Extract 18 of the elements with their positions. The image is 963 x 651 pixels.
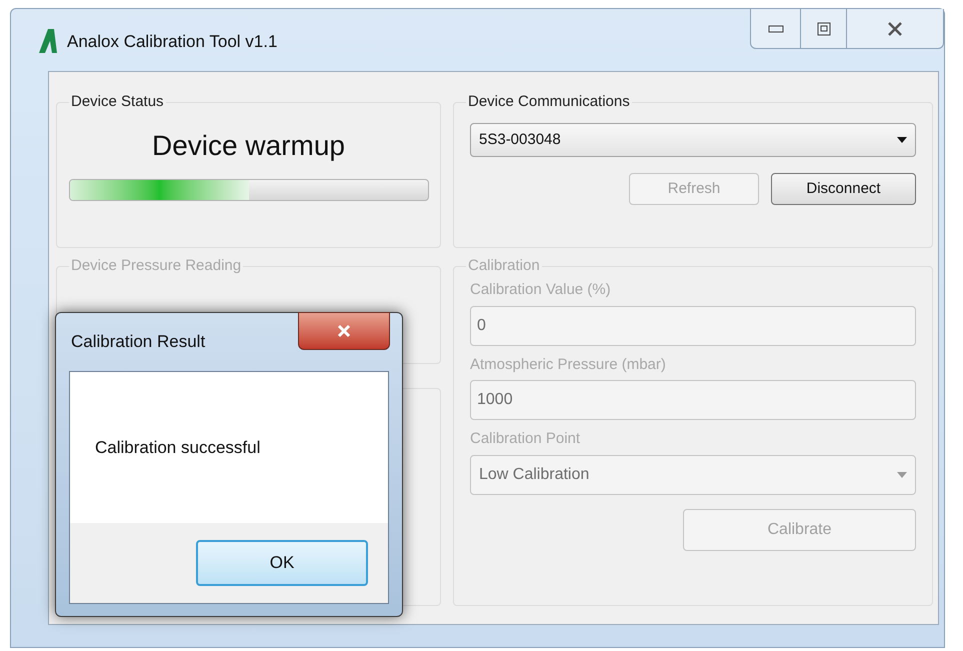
field-label: Calibration Value (%) (470, 280, 612, 300)
maximize-icon (816, 22, 830, 36)
close-icon (336, 324, 352, 338)
field-label: Atmospheric Pressure (mbar) (470, 354, 667, 374)
dialog-title: Calibration Result (71, 331, 206, 354)
status-text: Device warmup (152, 129, 345, 163)
close-icon (887, 22, 903, 36)
device-dropdown[interactable]: 5S3-003048 (470, 123, 916, 157)
dropdown-arrow-icon (897, 137, 907, 143)
ok-button[interactable]: OK (196, 540, 368, 586)
logo-icon (37, 29, 59, 53)
window-title: Analox Calibration Tool v1.1 (67, 31, 278, 53)
field-label: Calibration Point (470, 429, 582, 449)
dropdown-arrow-icon (897, 472, 907, 478)
minimize-icon (768, 24, 784, 32)
dialog-message: Calibration successful (95, 436, 260, 459)
close-button[interactable] (298, 312, 390, 350)
device-button[interactable]: Disconnect (771, 173, 916, 205)
